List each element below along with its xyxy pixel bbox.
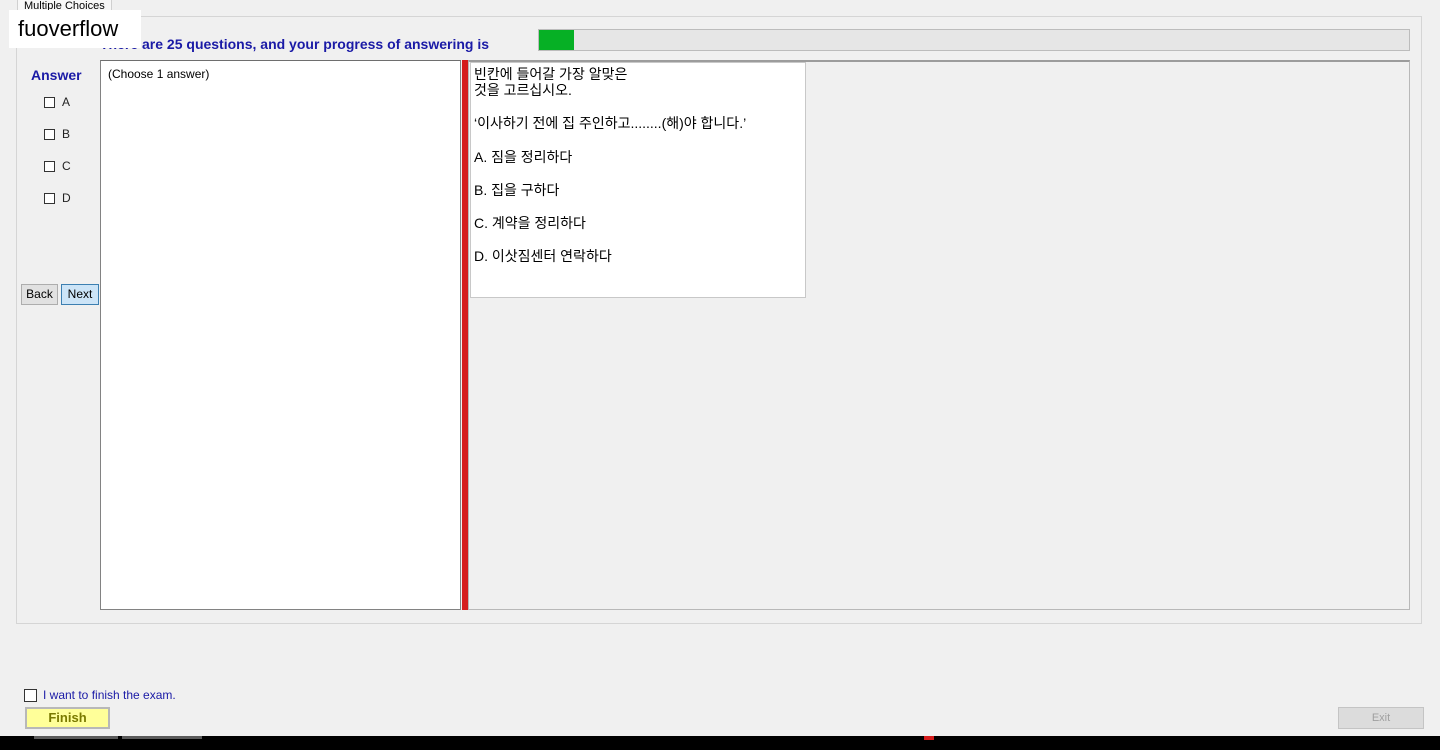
checkbox-b[interactable] xyxy=(44,128,55,140)
answer-option-label: A xyxy=(62,95,71,109)
progress-fill xyxy=(539,30,574,50)
finish-checkbox-box[interactable] xyxy=(24,688,37,702)
next-button[interactable]: Next xyxy=(61,284,99,305)
back-button[interactable]: Back xyxy=(21,284,58,305)
taskbar-item[interactable] xyxy=(122,736,202,739)
answer-title: Answer xyxy=(31,67,82,83)
checkbox-a[interactable] xyxy=(44,96,55,108)
question-line: ‘이사하기 전에 집 주인하고........(해)야 합니다.’ xyxy=(474,115,747,131)
checkbox-c[interactable] xyxy=(44,160,55,172)
progress-bar xyxy=(538,29,1410,51)
taskbar-item[interactable] xyxy=(34,736,118,739)
question-line: 것을 고르십시오. xyxy=(474,82,572,98)
checkbox-d[interactable] xyxy=(44,192,55,204)
answer-option-d[interactable]: D xyxy=(44,191,71,205)
answer-hint: (Choose 1 answer) xyxy=(108,67,210,81)
answer-option-b[interactable]: B xyxy=(44,127,70,141)
exit-button[interactable]: Exit xyxy=(1338,707,1424,729)
taskbar-indicator xyxy=(924,736,934,740)
answer-option-a[interactable]: A xyxy=(44,95,70,109)
progress-text: There are 25 questions, and your progres… xyxy=(100,36,489,52)
answer-option-label: B xyxy=(62,127,71,141)
watermark-label: fuoverflow xyxy=(9,10,141,48)
answer-option-label: C xyxy=(62,159,71,173)
finish-button[interactable]: Finish xyxy=(25,707,110,729)
answer-option-label: D xyxy=(62,191,71,205)
question-choice-d: D. 이삿짐센터 연락하다 xyxy=(474,248,612,264)
taskbar xyxy=(0,736,1440,750)
answer-panel[interactable]: (Choose 1 answer) xyxy=(100,60,461,610)
question-choice-b: B. 집을 구하다 xyxy=(474,182,560,198)
finish-checkbox-label: I want to finish the exam. xyxy=(43,688,176,702)
question-choice-a: A. 짐을 정리하다 xyxy=(474,149,573,165)
answer-option-c[interactable]: C xyxy=(44,159,71,173)
finish-exam-checkbox[interactable]: I want to finish the exam. xyxy=(24,688,176,702)
question-choice-c: C. 계약을 정리하다 xyxy=(474,215,586,231)
question-box: 빈칸에 들어갈 가장 알맞은 것을 고르십시오. ‘이사하기 전에 집 주인하고… xyxy=(470,62,806,298)
